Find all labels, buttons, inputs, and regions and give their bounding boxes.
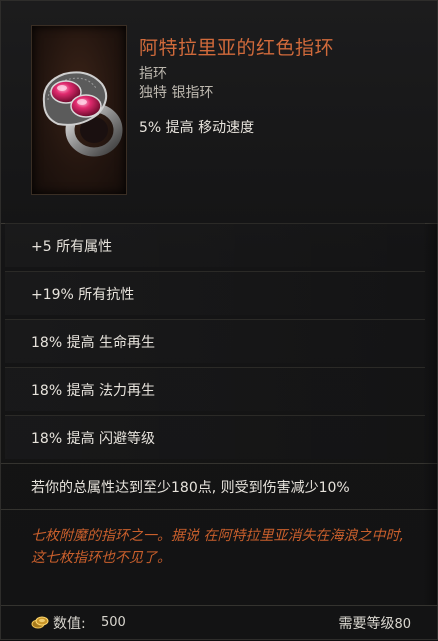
item-rarity-base: 独特 银指环 — [139, 85, 214, 101]
gold-coin-icon — [31, 616, 49, 629]
affix-text: 18% 提高 闪避等级 — [31, 431, 156, 447]
item-portrait — [31, 25, 127, 195]
item-name: 阿特拉里亚的红色指环 — [139, 37, 335, 59]
affix-text: 18% 提高 生命再生 — [31, 335, 156, 351]
item-type: 指环 — [139, 66, 167, 82]
tooltip-footer: 数值: 500 需要等级80 — [1, 605, 438, 641]
affix-row: 18% 提高 生命再生 — [5, 319, 425, 363]
value-amount: 500 — [101, 615, 126, 630]
affix-text: +19% 所有抗性 — [31, 287, 135, 303]
edge-shade — [423, 223, 437, 605]
affix-text: 18% 提高 法力再生 — [31, 383, 156, 399]
lore-divider — [1, 509, 438, 510]
affix-row: +5 所有属性 — [5, 223, 425, 267]
value-label: 数值: — [53, 616, 86, 632]
affix-row: +19% 所有抗性 — [5, 271, 425, 315]
affix-divider — [1, 463, 438, 464]
implicit-modifier: 5% 提高 移动速度 — [139, 120, 255, 136]
lore-text: 七枚附魔的指环之一。据说 在阿特拉里亚消失在海浪之中时, 这七枚指环也不见了。 — [31, 528, 404, 566]
requirement-level: 80 — [394, 617, 411, 632]
affix-row: 18% 提高 法力再生 — [5, 367, 425, 411]
requirement-label: 需要等级 — [338, 616, 395, 632]
ruby-ring-icon — [42, 71, 123, 157]
affix-row: 18% 提高 闪避等级 — [5, 415, 425, 459]
unique-effect: 若你的总属性达到至少180点, 则受到伤害减少10% — [31, 480, 350, 496]
level-requirement: 需要等级80 — [338, 613, 411, 633]
affix-text: +5 所有属性 — [31, 239, 113, 255]
item-tooltip: 阿特拉里亚的红色指环 指环 独特 银指环 5% 提高 移动速度 +5 所有属性 … — [0, 0, 438, 640]
tooltip-header: 阿特拉里亚的红色指环 指环 独特 银指环 5% 提高 移动速度 — [1, 1, 438, 223]
